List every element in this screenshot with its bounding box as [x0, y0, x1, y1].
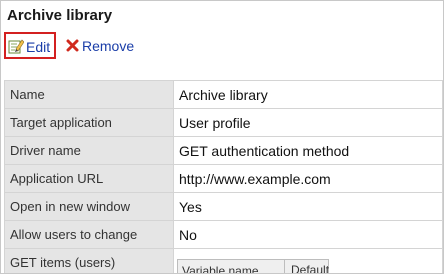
table-row: Name Archive library [4, 80, 443, 109]
edit-pencil-icon [8, 39, 24, 54]
property-key: Driver name [4, 136, 174, 165]
property-key: Application URL [4, 164, 174, 193]
table-row: Target application User profile [4, 108, 443, 137]
edit-button[interactable]: Edit [4, 32, 56, 59]
table-row: Application URL http://www.example.com [4, 164, 443, 193]
table-row: Allow users to change No [4, 220, 443, 249]
property-value: Archive library [173, 80, 443, 109]
property-value: No [173, 220, 443, 249]
properties-table: Name Archive library Target application … [4, 80, 443, 273]
property-value: Yes [173, 192, 443, 221]
property-key: Allow users to change [4, 220, 174, 249]
property-key: GET items (users) [4, 248, 174, 273]
column-header-default: Default [284, 260, 329, 273]
edit-button-label: Edit [26, 39, 51, 55]
get-items-subtable: Variable name Default [177, 259, 329, 274]
property-value: GET authentication method [173, 136, 443, 165]
table-row: Driver name GET authentication method [4, 136, 443, 165]
property-value: http://www.example.com [173, 164, 443, 193]
property-key: Target application [4, 108, 174, 137]
property-key: Name [4, 80, 174, 109]
property-value: User profile [173, 108, 443, 137]
remove-button-label: Remove [82, 38, 135, 54]
archive-detail-panel: Archive library Edit Remove Name Archive [0, 0, 444, 274]
remove-button[interactable]: Remove [64, 32, 146, 59]
table-row: Open in new window Yes [4, 192, 443, 221]
property-key: Open in new window [4, 192, 174, 221]
red-x-icon [66, 39, 79, 52]
column-header-variable-name: Variable name [182, 264, 259, 274]
page-title: Archive library [7, 7, 113, 24]
